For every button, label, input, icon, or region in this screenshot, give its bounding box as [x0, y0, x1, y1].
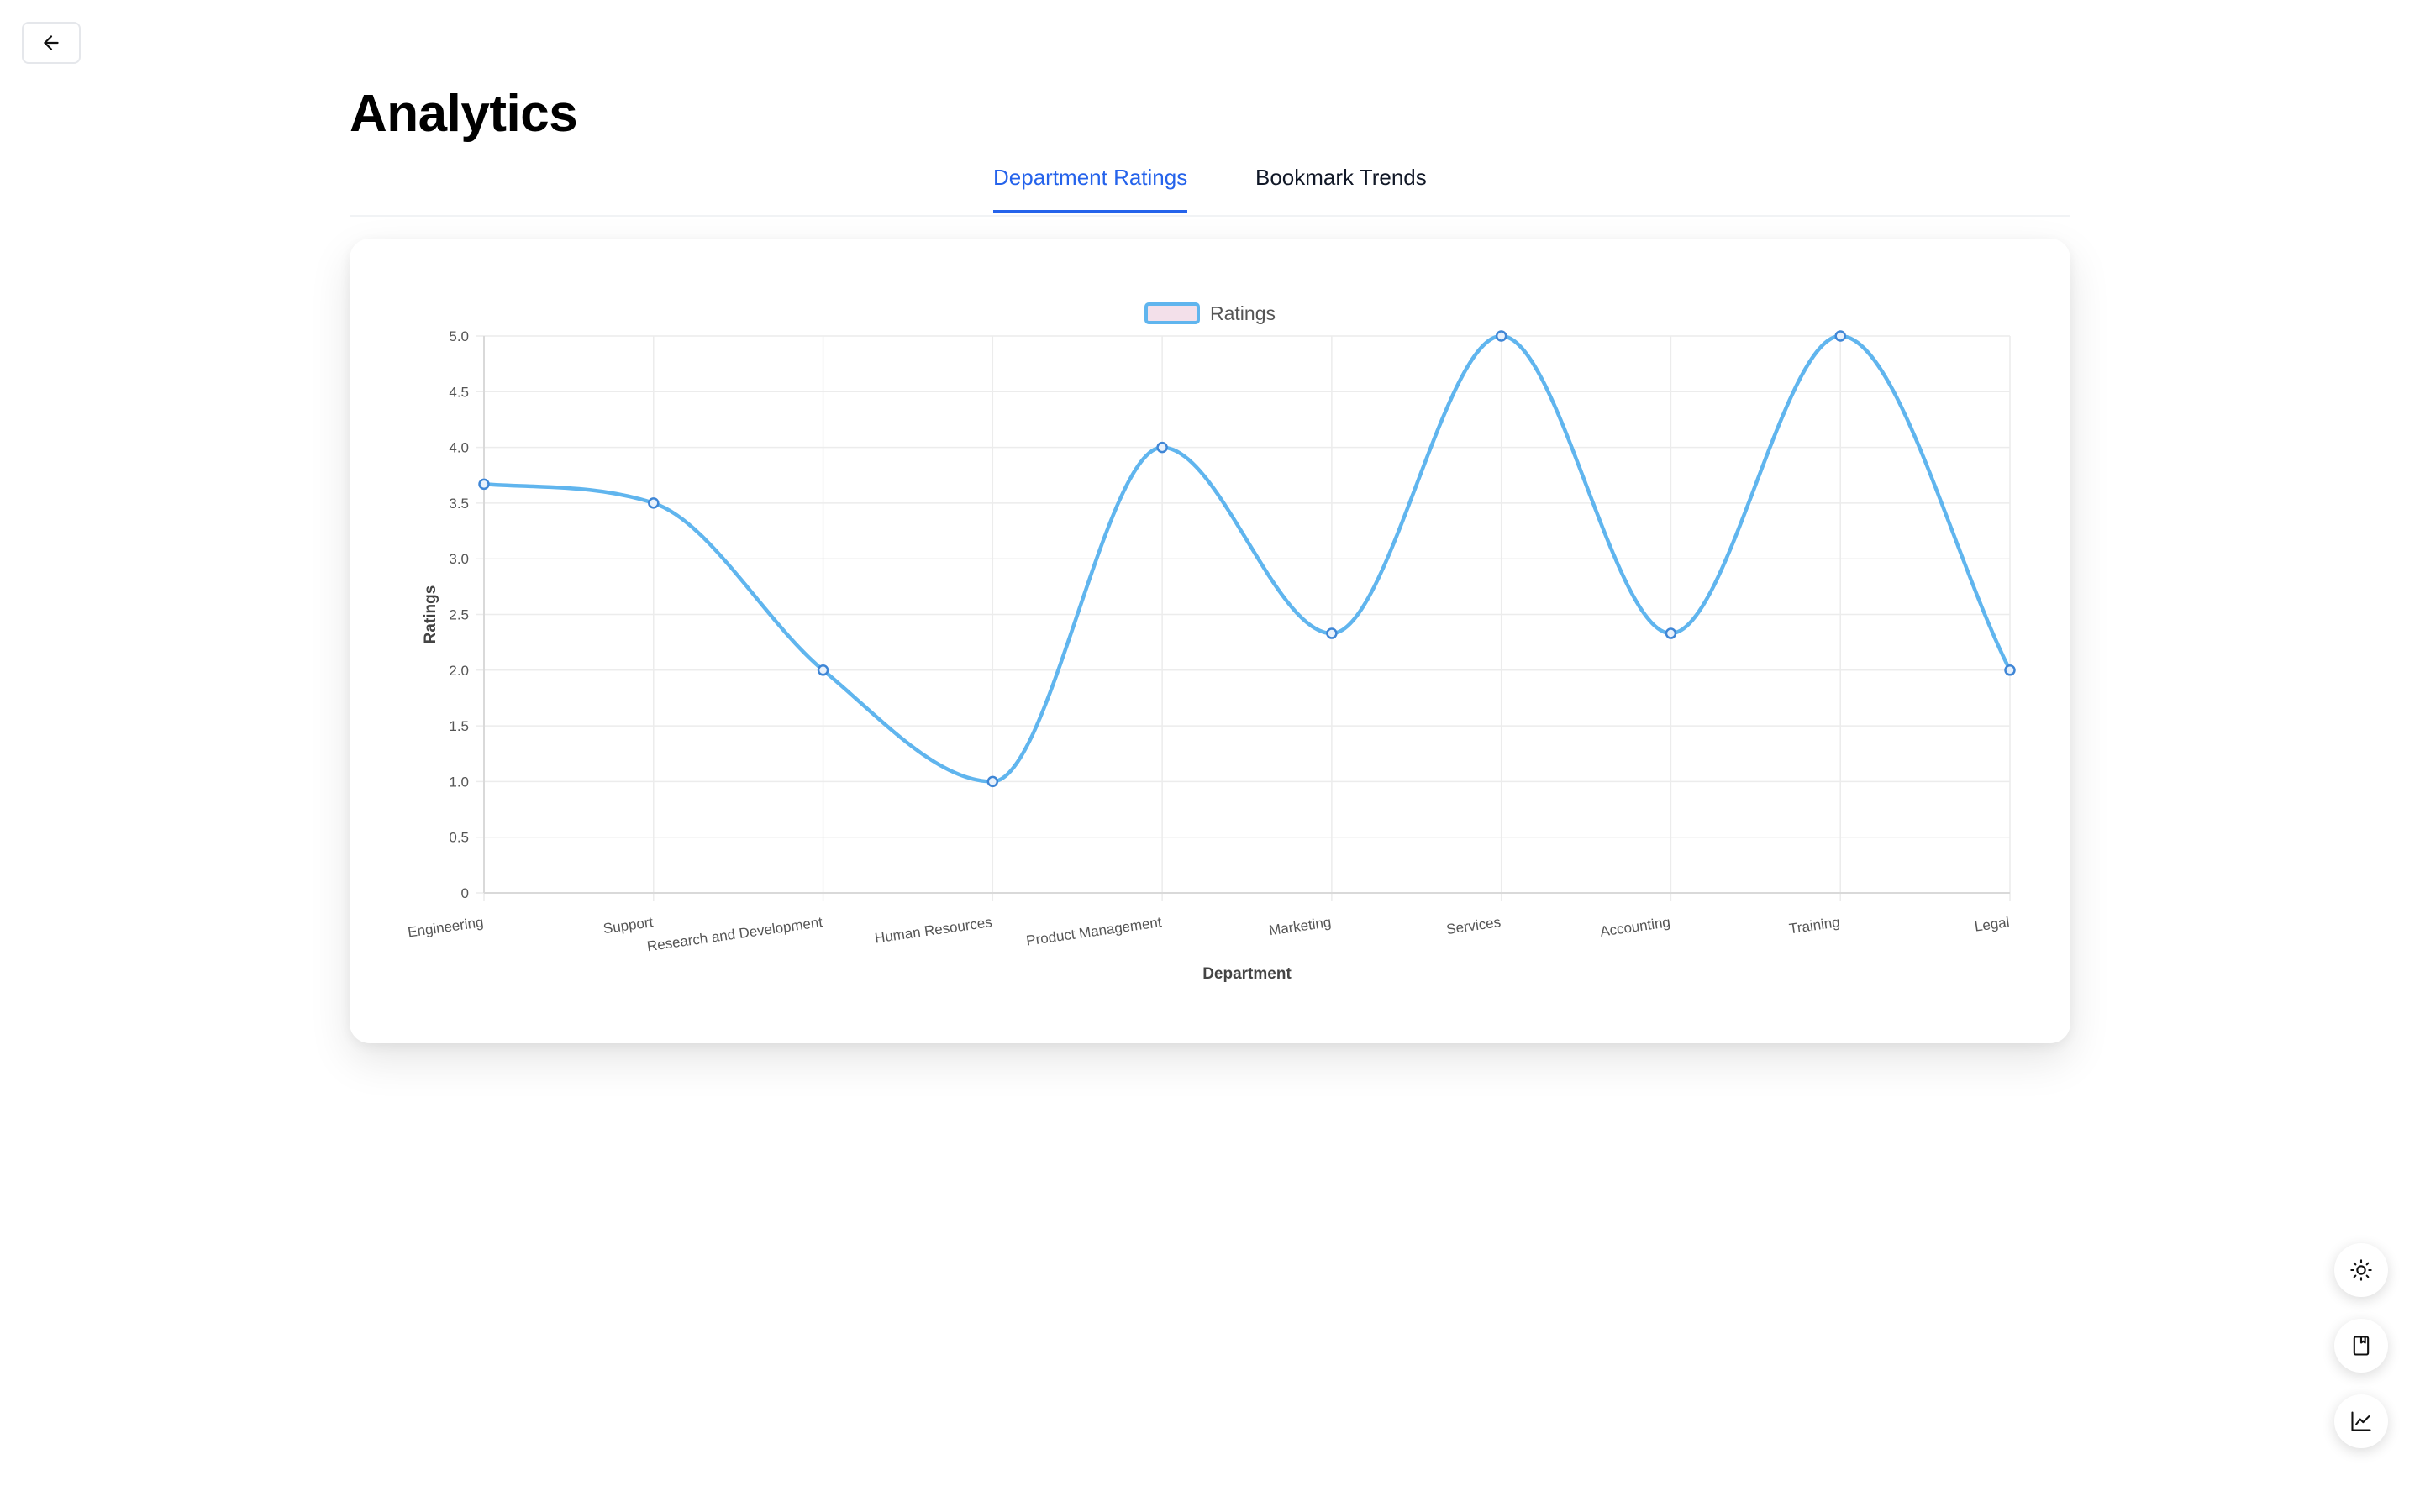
y-tick-label: 1.0 [449, 774, 469, 790]
x-tick-label: Marketing [1268, 914, 1333, 938]
y-tick-label: 4.0 [449, 440, 469, 456]
y-tick-label: 0 [461, 885, 469, 901]
chart-card: 0 0.5 1.0 1.5 2.0 2.5 3.0 3.5 4.0 4.5 5.0 Engineeri… [350, 239, 2070, 1043]
x-tick-label: Engineering [407, 914, 485, 940]
data-point [1326, 627, 1338, 639]
x-axis-title: Department [1202, 965, 1292, 983]
data-point [1834, 330, 1846, 342]
arrow-left-icon [44, 35, 59, 50]
data-point [817, 664, 829, 676]
line-chart-icon [2351, 1411, 2371, 1431]
back-button[interactable] [22, 22, 81, 64]
y-axis-title: Ratings [422, 585, 439, 644]
bookmarks-button[interactable] [2334, 1319, 2388, 1373]
legend-swatch [1144, 302, 1200, 324]
data-point [1156, 441, 1168, 454]
x-tick-label: Product Management [1025, 914, 1163, 948]
ratings-line-chart: 0 0.5 1.0 1.5 2.0 2.5 3.0 3.5 4.0 4.5 5.0 Engineeri… [407, 302, 2016, 983]
data-point [2004, 664, 2016, 676]
page-title: Analytics [350, 85, 578, 143]
data-point [1665, 627, 1677, 639]
x-tick-label: Human Resources [874, 914, 993, 946]
sun-icon [2350, 1259, 2372, 1281]
x-tick-label: Services [1445, 914, 1502, 937]
y-tick-label: 1.5 [449, 718, 469, 734]
x-tick-label: Research and Development [646, 914, 824, 954]
y-tick-label: 5.0 [449, 328, 469, 344]
tab-bar: Department Ratings Bookmark Trends [350, 156, 2070, 217]
data-point [986, 775, 999, 788]
data-point [1495, 330, 1507, 342]
x-tick-label: Legal [1974, 914, 2011, 935]
x-tick-label: Support [602, 914, 655, 937]
x-tick-label: Training [1788, 914, 1841, 937]
y-tick-label: 2.0 [449, 663, 469, 679]
y-tick-label: 0.5 [449, 830, 469, 846]
analytics-button[interactable] [2334, 1394, 2388, 1448]
y-tick-label: 3.5 [449, 496, 469, 512]
y-tick-label: 4.5 [449, 384, 469, 400]
bookmark-icon [2353, 1336, 2370, 1356]
legend-label: Ratings [1210, 302, 1276, 324]
tab-bookmark-trends[interactable]: Bookmark Trends [1255, 156, 1427, 213]
theme-toggle-button[interactable] [2334, 1243, 2388, 1297]
data-point [648, 497, 660, 509]
x-tick-label: Accounting [1599, 914, 1671, 940]
y-tick-label: 3.0 [449, 551, 469, 567]
tab-department-ratings[interactable]: Department Ratings [993, 156, 1188, 213]
y-tick-label: 2.5 [449, 607, 469, 623]
data-point [478, 478, 490, 491]
